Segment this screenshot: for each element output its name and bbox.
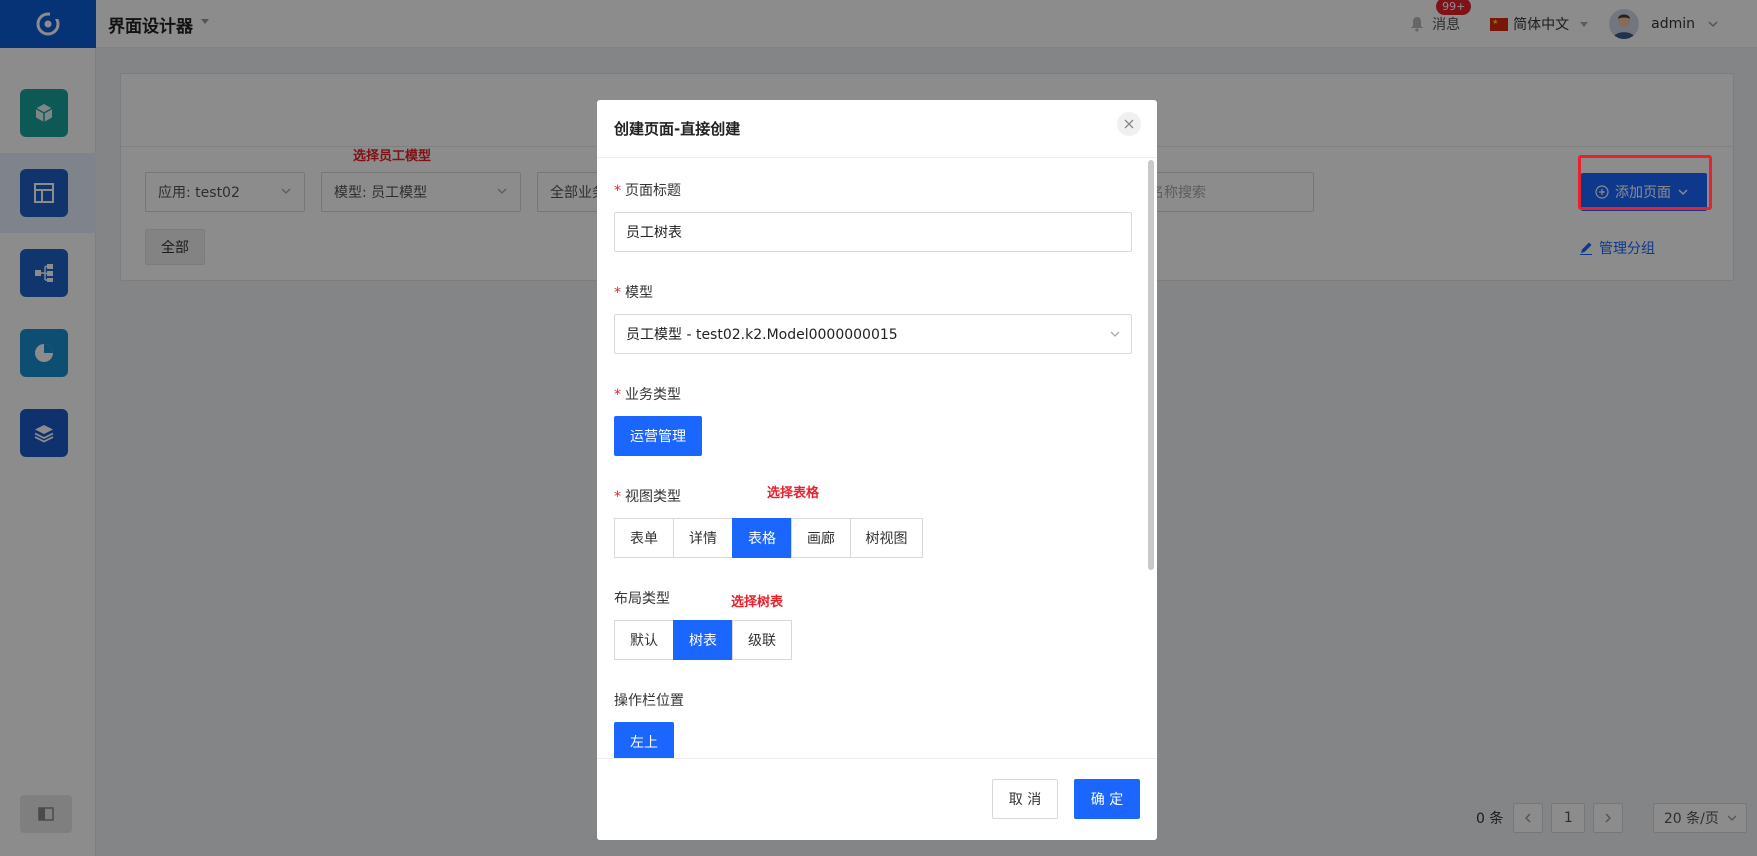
layout-type-tree-table[interactable]: 树表 (673, 620, 733, 660)
annotation-select-table: 选择表格 (767, 486, 820, 501)
business-type-label: * 业务类型 (614, 387, 681, 403)
modal-footer: 取 消 确 定 (597, 758, 1157, 840)
model-label: * 模型 (614, 285, 653, 301)
modal-scrollbar[interactable] (1148, 160, 1154, 570)
cancel-button[interactable]: 取 消 (992, 779, 1058, 819)
view-type-detail[interactable]: 详情 (673, 518, 733, 558)
view-type-gallery[interactable]: 画廊 (791, 518, 851, 558)
view-type-form[interactable]: 表单 (614, 518, 674, 558)
annotation-select-tree: 选择树表 (731, 595, 784, 610)
action-bar-label: 操作栏位置 (614, 693, 684, 709)
layout-type-default[interactable]: 默认 (614, 620, 674, 660)
view-type-label: * 视图类型 (614, 489, 681, 505)
close-icon (1124, 119, 1134, 129)
view-type-table[interactable]: 表格 (732, 518, 792, 558)
layout-type-label: 布局类型 (614, 591, 670, 607)
confirm-button[interactable]: 确 定 (1074, 779, 1140, 819)
page-title-label: * 页面标题 (614, 183, 681, 199)
create-page-modal: 创建页面-直接创建 * 页面标题 员工树表 * 模型 员工模型 - test02.k… (597, 100, 1157, 840)
layout-type-cascade[interactable]: 级联 (732, 620, 792, 660)
view-type-tree[interactable]: 树视图 (850, 518, 923, 558)
page-title-input[interactable]: 员工树表 (614, 212, 1132, 252)
chevron-down-icon (1110, 331, 1120, 337)
page-title-value: 员工树表 (626, 225, 682, 241)
view-type-segmented: 表单 详情 表格 画廊 树视图 (614, 518, 923, 558)
annotation-highlight-box (1578, 155, 1712, 210)
business-type-option[interactable]: 运营管理 (614, 416, 702, 456)
close-button[interactable] (1117, 112, 1141, 136)
modal-title: 创建页面-直接创建 (597, 100, 1157, 158)
action-bar-option[interactable]: 左上 (614, 722, 674, 762)
model-value: 员工模型 - test02.k2.Model0000000015 (626, 327, 898, 343)
model-select-field[interactable]: 员工模型 - test02.k2.Model0000000015 (614, 314, 1132, 354)
layout-type-segmented: 默认 树表 级联 (614, 620, 792, 660)
